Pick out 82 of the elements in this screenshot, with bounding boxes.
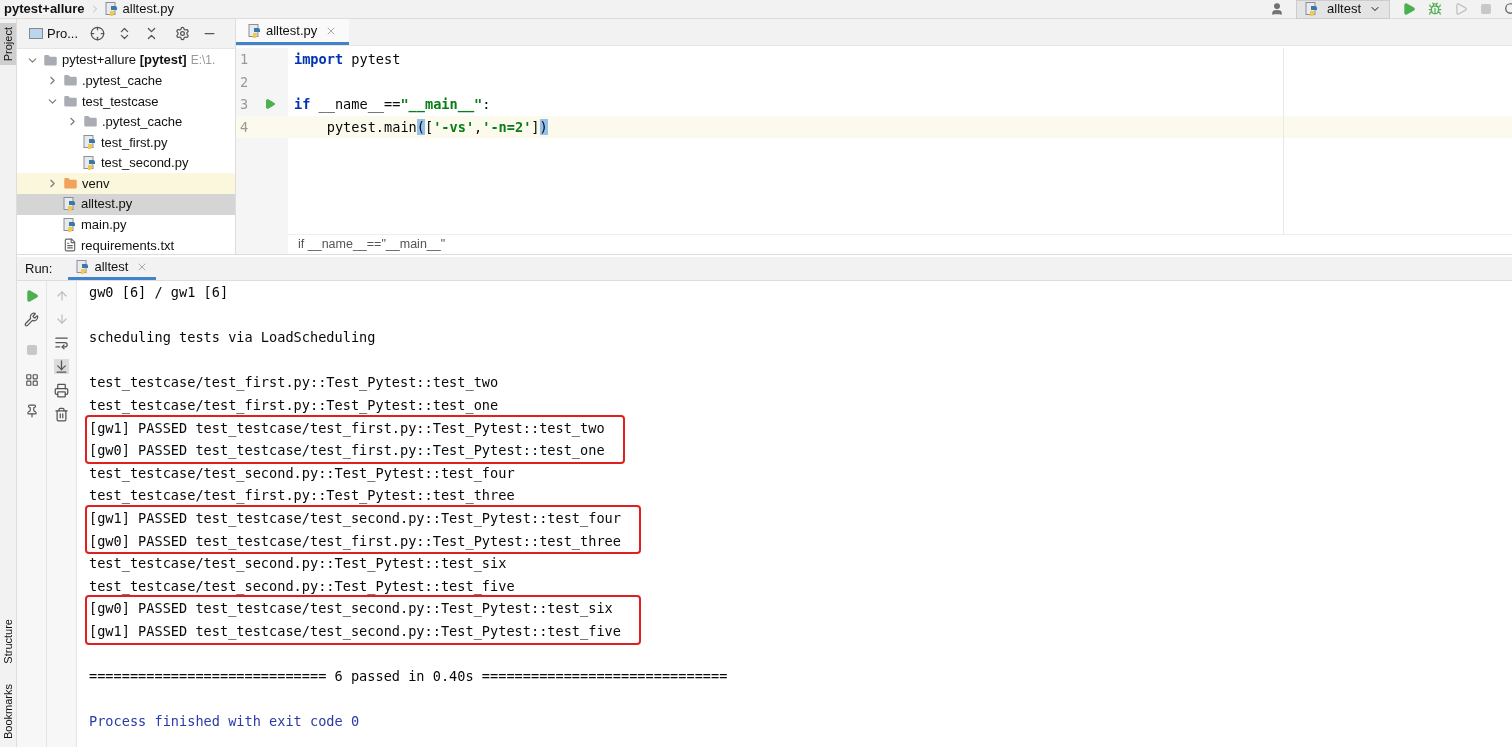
tree-item[interactable]: pytest+allure [pytest] E:\1. xyxy=(17,49,235,71)
locate-icon[interactable] xyxy=(90,25,106,41)
line-number: 1 xyxy=(240,50,250,70)
pin-icon[interactable] xyxy=(24,404,39,418)
run-config-dropdown[interactable]: alltest xyxy=(1296,0,1390,19)
tree-label: alltest.py xyxy=(81,195,133,214)
tree-item[interactable]: .pytest_cache xyxy=(17,70,235,91)
console-line: test_testcase/test_first.py::Test_Pytest::test_three xyxy=(89,486,515,506)
console-line: gw0 [6] / gw1 [6] xyxy=(89,283,229,302)
python-file-icon xyxy=(83,156,97,171)
text-file-icon xyxy=(63,238,77,253)
code-line: pytest.main(['-vs','-n=2']) xyxy=(325,117,548,137)
console-line: [gw0] PASSED test_testcase/test_first.py::Test_Pytest::test_three xyxy=(89,531,621,552)
run-label: Run: xyxy=(25,259,53,278)
tree-label: main.py xyxy=(81,216,127,235)
python-file-icon xyxy=(248,23,262,38)
layout-icon[interactable] xyxy=(24,373,39,387)
console-line: [gw1] PASSED test_testcase/test_first.py::Test_Pytest::test_two xyxy=(89,418,605,439)
tree-item[interactable]: test_first.py xyxy=(17,132,235,153)
print-icon[interactable] xyxy=(54,383,69,398)
line-number: 2 xyxy=(240,72,250,92)
project-view-dropdown[interactable]: Pro... xyxy=(29,23,79,44)
tree-item[interactable]: alltest.py xyxy=(17,193,235,215)
tree-label: requirements.txt xyxy=(81,236,175,254)
python-icon xyxy=(1305,2,1320,16)
console-line: ============================= 6 passed in 0.40s ============================== xyxy=(89,667,728,687)
tree-label: .pytest_cache xyxy=(82,71,163,90)
console-line: [gw1] PASSED test_testcase/test_second.py::Test_Pytest::test_four xyxy=(89,508,621,529)
python-file-icon xyxy=(63,217,77,232)
code-line: if __name__=="__main__": xyxy=(294,95,491,115)
tree-path: E:\1. xyxy=(190,52,216,70)
tree-label: pytest+allure [pytest] xyxy=(62,51,187,70)
user-icon[interactable] xyxy=(1270,2,1285,16)
tree-item[interactable]: test_testcase xyxy=(17,90,235,112)
tree-item[interactable]: venv xyxy=(17,173,235,194)
folder-icon xyxy=(43,52,58,68)
run-icon[interactable] xyxy=(1402,2,1416,16)
breadcrumb-item[interactable]: pytest+allure xyxy=(4,0,85,19)
editor-tab[interactable]: alltest.py xyxy=(236,19,350,45)
folder-icon xyxy=(63,176,78,192)
folder-icon xyxy=(63,93,78,109)
trash-icon[interactable] xyxy=(54,407,69,422)
tree-item[interactable]: test_second.py xyxy=(17,152,235,174)
rerun-icon[interactable] xyxy=(24,289,39,303)
console-line: test_testcase/test_second.py::Test_Pytest::test_four xyxy=(89,463,515,484)
wrap-icon[interactable] xyxy=(54,335,69,350)
bug-icon[interactable] xyxy=(1428,2,1442,16)
tool-window-tab[interactable]: Project xyxy=(0,23,16,66)
process-status-line: Process finished with exit code 0 xyxy=(89,712,360,732)
tree-item[interactable]: main.py xyxy=(17,214,235,236)
run-tab[interactable]: alltest xyxy=(68,257,157,280)
python-file-icon xyxy=(76,260,91,274)
python-file-icon xyxy=(63,197,77,212)
console-line: test_testcase/test_first.py::Test_Pytest::test_one xyxy=(89,395,499,416)
tool-window-tab[interactable]: Bookmarks xyxy=(0,679,16,743)
tree-item[interactable]: .pytest_cache xyxy=(17,111,235,133)
scroll-to-end-icon[interactable] xyxy=(54,359,69,374)
console-line: scheduling tests via LoadScheduling xyxy=(89,328,376,348)
code-line: import pytest xyxy=(294,50,401,70)
tool-window-tab[interactable]: Structure xyxy=(0,615,16,668)
folder-icon xyxy=(63,73,78,89)
tree-label: test_first.py xyxy=(101,133,168,152)
tree-item[interactable]: requirements.txt xyxy=(17,235,235,254)
python-file-icon xyxy=(83,135,97,150)
run-icon[interactable] xyxy=(264,98,276,111)
console-line: [gw1] PASSED test_testcase/test_second.py::Test_Pytest::test_five xyxy=(89,621,621,642)
console-line: test_testcase/test_first.py::Test_Pytest::test_two xyxy=(89,373,499,393)
tree-label: test_second.py xyxy=(101,154,189,173)
tree-label: .pytest_cache xyxy=(102,113,183,132)
wrench-icon[interactable] xyxy=(24,312,39,327)
breadcrumb-item[interactable]: alltest.py xyxy=(122,0,174,19)
folder-icon xyxy=(83,114,98,130)
console-line: test_testcase/test_second.py::Test_Pytest::test_six xyxy=(89,554,507,574)
tree-label: venv xyxy=(82,174,110,193)
console-line: [gw0] PASSED test_testcase/test_second.py::Test_Pytest::test_six xyxy=(89,599,613,619)
console-line: test_testcase/test_second.py::Test_Pytest::test_five xyxy=(89,576,515,597)
tree-label: test_testcase xyxy=(82,92,159,111)
settings-icon[interactable] xyxy=(175,25,191,41)
line-number: 3 xyxy=(240,95,250,115)
line-number: 4 xyxy=(240,117,250,137)
console-line: [gw0] PASSED test_testcase/test_first.py::Test_Pytest::test_one xyxy=(89,441,605,461)
code-breadcrumb[interactable]: if __name__=="__main__" xyxy=(298,235,446,254)
